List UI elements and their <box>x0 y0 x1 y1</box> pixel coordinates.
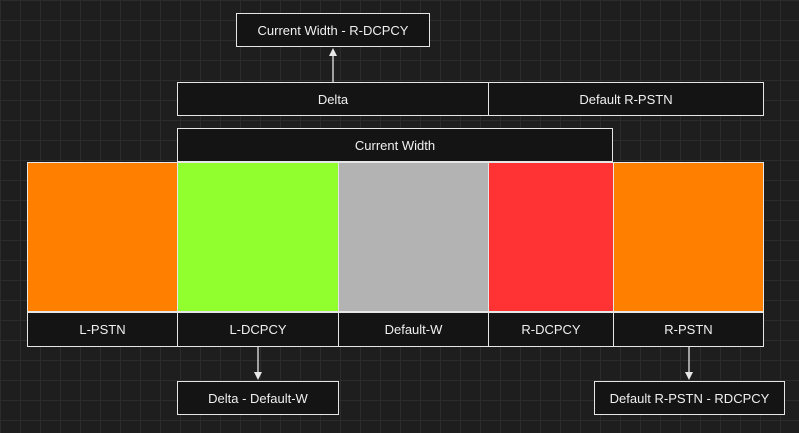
arrowhead-up-icon <box>329 48 337 56</box>
segment-label-box: R-PSTN <box>613 312 764 347</box>
top-label-box: Current Width - R-DCPCY <box>236 13 430 47</box>
segment-label: R-DCPCY <box>521 322 581 337</box>
segment-label-box: Default-W <box>338 312 489 347</box>
segment-cell-r-pstn <box>613 162 764 312</box>
arrowhead-down-icon <box>685 372 693 380</box>
bottom-right-box: Default R-PSTN - RDCPCY <box>594 381 785 415</box>
segment-label-box: L-PSTN <box>27 312 178 347</box>
bottom-left-box: Delta - Default-W <box>177 381 339 415</box>
current-width-label: Current Width <box>354 137 436 153</box>
segment-label: Default-W <box>384 322 443 337</box>
segment-label-box: L-DCPCY <box>177 312 339 347</box>
current-width-box: Current Width <box>177 128 613 162</box>
segment-label: R-PSTN <box>664 322 713 337</box>
arrowhead-down-icon <box>254 372 262 380</box>
segment-cell-l-dcpcy <box>177 162 339 312</box>
segment-cell-default-w <box>338 162 489 312</box>
segment-cell-r-dcpcy <box>488 162 614 312</box>
delta-box: Delta <box>177 82 489 116</box>
delta-label: Delta <box>317 91 349 107</box>
bottom-right-label: Default R-PSTN - RDCPCY <box>609 390 770 406</box>
segment-label: L-PSTN <box>79 322 126 337</box>
default-rpstn-box: Default R-PSTN <box>488 82 764 116</box>
default-rpstn-label: Default R-PSTN <box>579 91 673 107</box>
top-label: Current Width - R-DCPCY <box>257 22 409 38</box>
segment-label-box: R-DCPCY <box>488 312 614 347</box>
segment-label: L-DCPCY <box>229 322 287 337</box>
bottom-left-label: Delta - Default-W <box>208 390 308 406</box>
segment-cell-l-pstn <box>27 162 178 312</box>
